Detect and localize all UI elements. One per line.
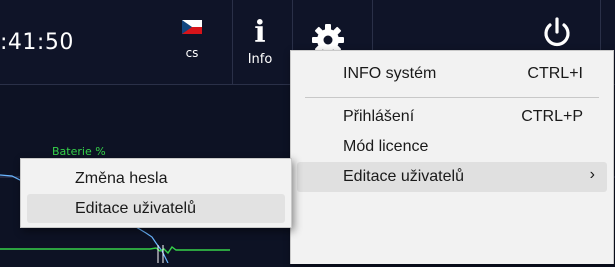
- submenu-item-label: Změna hesla: [75, 170, 168, 187]
- header-divider: [232, 0, 233, 84]
- submenu-item-change-password[interactable]: Změna hesla: [27, 164, 285, 193]
- language-button[interactable]: cs: [178, 18, 206, 64]
- menu-item-info-system[interactable]: INFO systém CTRL+I: [297, 59, 607, 89]
- submenu-item-label: Editace uživatelů: [75, 200, 196, 217]
- submenu-item-user-editing[interactable]: Editace uživatelů: [27, 194, 285, 223]
- menu-item-login[interactable]: Přihlášení CTRL+P: [297, 102, 607, 132]
- info-button[interactable]: i Info: [242, 16, 278, 68]
- power-icon[interactable]: [540, 16, 574, 50]
- menu-item-license-mode[interactable]: Mód licence: [297, 132, 607, 162]
- language-code: cs: [185, 46, 199, 60]
- menu-item-shortcut: CTRL+P: [521, 108, 583, 125]
- menu-item-user-editing[interactable]: Editace uživatelů ›: [297, 162, 607, 192]
- menu-item-label: Mód licence: [343, 138, 429, 155]
- menu-item-label: INFO systém: [343, 65, 437, 82]
- menu-item-label: Editace uživatelů: [343, 168, 464, 185]
- menu-separator: [305, 97, 599, 98]
- info-icon: i: [254, 15, 266, 50]
- clock: :41:50: [0, 30, 74, 55]
- czech-flag-icon: [182, 20, 202, 34]
- menu-item-label: Přihlášení: [343, 108, 415, 125]
- menu-item-shortcut: CTRL+I: [527, 65, 583, 82]
- info-label: Info: [247, 52, 273, 67]
- settings-menu: INFO systém CTRL+I Přihlášení CTRL+P Mód…: [290, 50, 614, 264]
- chevron-right-icon: ›: [589, 166, 595, 183]
- battery-series-label: Baterie %: [52, 145, 106, 158]
- battery-series-line: [0, 245, 230, 255]
- user-submenu: Změna hesla Editace uživatelů: [20, 158, 292, 228]
